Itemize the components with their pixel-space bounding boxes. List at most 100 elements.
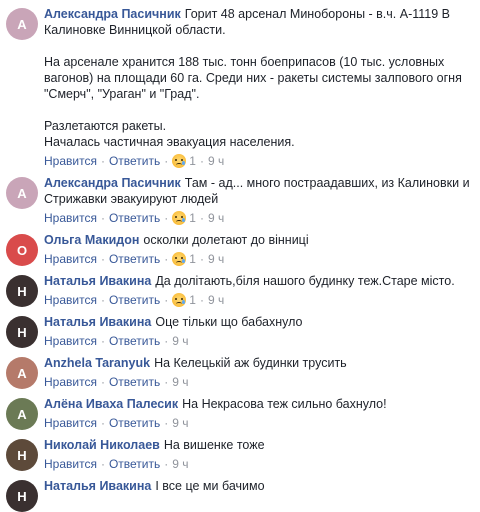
like-link[interactable]: Нравится	[44, 375, 97, 389]
like-link[interactable]: Нравится	[44, 293, 97, 307]
reaction-count[interactable]: 1	[189, 211, 196, 225]
separator-dot: ·	[199, 211, 204, 225]
reply-link[interactable]: Ответить	[109, 334, 160, 348]
like-link[interactable]: Нравится	[44, 334, 97, 348]
comment: A Anzhela Taranyuk На Келецькій аж будинки…	[6, 355, 470, 390]
reaction-count[interactable]: 1	[189, 293, 196, 307]
sad-reaction-icon[interactable]	[172, 293, 187, 307]
comment-timestamp[interactable]: 9 ч	[172, 416, 188, 430]
comment-actions: Нравится · Ответить · 9 ч	[44, 374, 470, 390]
comment-actions: Нравится · Ответить · 9 ч	[44, 333, 470, 349]
like-link[interactable]: Нравится	[44, 154, 97, 168]
reply-link[interactable]: Ответить	[109, 293, 160, 307]
comment-message: Горит 48 арсенал Минобороны - в.ч. А-111…	[44, 7, 462, 149]
comment-text: Николай Николаев На вишенке тоже	[44, 437, 470, 453]
like-link[interactable]: Нравится	[44, 416, 97, 430]
separator-dot: ·	[100, 375, 105, 389]
separator-dot: ·	[164, 154, 169, 168]
avatar[interactable]: О	[6, 234, 38, 266]
avatar[interactable]: Н	[6, 275, 38, 307]
comments-list: А Александра Пасичник Горит 48 арсенал Мин…	[0, 0, 480, 512]
comment-timestamp[interactable]: 9 ч	[208, 154, 224, 168]
comment-text: Anzhela Taranyuk На Келецькій аж будинки …	[44, 355, 470, 371]
comment-message: І все це ми бачимо	[155, 479, 265, 493]
like-link[interactable]: Нравится	[44, 457, 97, 471]
comment-text: Наталья Ивакина Да долітають,біля нашого …	[44, 273, 470, 289]
reaction-count[interactable]: 1	[189, 154, 196, 168]
comment-timestamp[interactable]: 9 ч	[208, 293, 224, 307]
sad-reaction-icon[interactable]	[172, 154, 187, 168]
separator-dot: ·	[100, 293, 105, 307]
avatar[interactable]: Н	[6, 316, 38, 348]
comment-body: Николай Николаев На вишенке тоже Нравится ·…	[44, 437, 470, 472]
avatar[interactable]: А	[6, 177, 38, 209]
comment-text: Александра Пасичник Там - ад... много пос…	[44, 175, 470, 207]
reply-link[interactable]: Ответить	[109, 154, 160, 168]
comment: А Александра Пасичник Горит 48 арсенал Мин…	[6, 6, 470, 169]
author-name-link[interactable]: Александра Пасичник	[44, 176, 181, 190]
separator-dot: ·	[199, 154, 204, 168]
separator-dot: ·	[164, 375, 169, 389]
comment-message: осколки долетают до вінниці	[143, 233, 309, 247]
separator-dot: ·	[100, 211, 105, 225]
avatar[interactable]: А	[6, 398, 38, 430]
author-name-link[interactable]: Александра Пасичник	[44, 7, 181, 21]
reply-link[interactable]: Ответить	[109, 211, 160, 225]
comment-message: На Некрасова теж сильно бахнуло!	[182, 397, 387, 411]
comment-actions: Нравится · Ответить · 1 · 9 ч	[44, 210, 470, 226]
comment-body: Александра Пасичник Горит 48 арсенал Мино…	[44, 6, 470, 169]
comment-body: Александра Пасичник Там - ад... много пос…	[44, 175, 470, 226]
author-name-link[interactable]: Anzhela Taranyuk	[44, 356, 150, 370]
comment-timestamp[interactable]: 9 ч	[172, 457, 188, 471]
comment: О Ольга Макидон осколки долетают до вінниц…	[6, 232, 470, 267]
comment-message: На вишенке тоже	[163, 438, 265, 452]
author-name-link[interactable]: Наталья Ивакина	[44, 274, 151, 288]
author-name-link[interactable]: Ольга Макидон	[44, 233, 139, 247]
author-name-link[interactable]: Алёна Иваха Палесик	[44, 397, 178, 411]
avatar[interactable]: Н	[6, 439, 38, 471]
reply-link[interactable]: Ответить	[109, 252, 160, 266]
reply-link[interactable]: Ответить	[109, 375, 160, 389]
reply-link[interactable]: Ответить	[109, 416, 160, 430]
comment-message: На Келецькій аж будинки трусить	[154, 356, 347, 370]
avatar[interactable]: Н	[6, 480, 38, 512]
comment-timestamp[interactable]: 9 ч	[208, 252, 224, 266]
separator-dot: ·	[100, 416, 105, 430]
comment-timestamp[interactable]: 9 ч	[208, 211, 224, 225]
avatar[interactable]: А	[6, 8, 38, 40]
like-link[interactable]: Нравится	[44, 252, 97, 266]
comment-message: Оце тільки що бабахнуло	[155, 315, 303, 329]
comment-text: Наталья Ивакина Оце тільки що бабахнуло	[44, 314, 470, 330]
comment-timestamp[interactable]: 9 ч	[172, 375, 188, 389]
author-name-link[interactable]: Наталья Ивакина	[44, 315, 151, 329]
separator-dot: ·	[100, 252, 105, 266]
reaction-count[interactable]: 1	[189, 252, 196, 266]
avatar[interactable]: A	[6, 357, 38, 389]
sad-reaction-icon[interactable]	[172, 252, 187, 266]
separator-dot: ·	[164, 334, 169, 348]
comment-actions: Нравится · Ответить · 9 ч	[44, 415, 470, 431]
author-name-link[interactable]: Наталья Ивакина	[44, 479, 151, 493]
author-name-link[interactable]: Николай Николаев	[44, 438, 160, 452]
separator-dot: ·	[100, 334, 105, 348]
comment-actions: Нравится · Ответить · 1 · 9 ч	[44, 251, 470, 267]
separator-dot: ·	[100, 154, 105, 168]
separator-dot: ·	[164, 457, 169, 471]
like-link[interactable]: Нравится	[44, 211, 97, 225]
separator-dot: ·	[164, 416, 169, 430]
separator-dot: ·	[164, 293, 169, 307]
comment: А Алёна Иваха Палесик На Некрасова теж сил…	[6, 396, 470, 431]
sad-reaction-icon[interactable]	[172, 211, 187, 225]
comment: Н Наталья Ивакина Да долітають,біля нашого…	[6, 273, 470, 308]
comment-text: Александра Пасичник Горит 48 арсенал Мино…	[44, 6, 470, 150]
separator-dot: ·	[164, 211, 169, 225]
separator-dot: ·	[199, 252, 204, 266]
comment-actions: Нравится · Ответить · 1 · 9 ч	[44, 153, 470, 169]
comment-timestamp[interactable]: 9 ч	[172, 334, 188, 348]
reply-link[interactable]: Ответить	[109, 457, 160, 471]
separator-dot: ·	[100, 457, 105, 471]
comment-body: Наталья Ивакина Да долітають,біля нашого …	[44, 273, 470, 308]
comment: А Александра Пасичник Там - ад... много по…	[6, 175, 470, 226]
comment-body: Наталья Ивакина Оце тільки що бабахнуло Нр…	[44, 314, 470, 349]
comment-body: Ольга Макидон осколки долетают до вінниці…	[44, 232, 470, 267]
